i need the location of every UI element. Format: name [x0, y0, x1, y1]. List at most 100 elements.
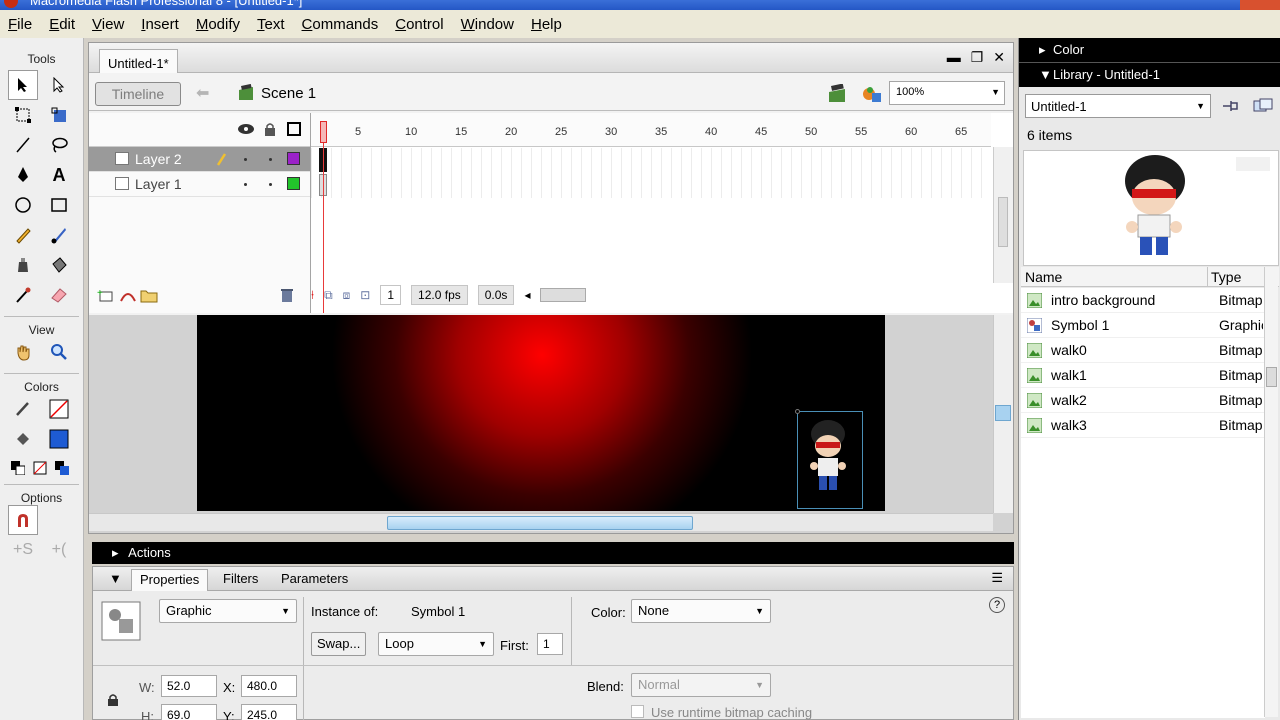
- pencil-tool[interactable]: [8, 220, 38, 250]
- lock-dot[interactable]: [269, 158, 272, 161]
- collapse-arrow-icon[interactable]: ▼: [109, 571, 122, 586]
- rectangle-tool[interactable]: [44, 190, 74, 220]
- eraser-tool[interactable]: [44, 280, 74, 310]
- no-color-icon[interactable]: [30, 458, 50, 478]
- y-input[interactable]: 245.0: [241, 704, 297, 720]
- tab-filters[interactable]: Filters: [223, 571, 258, 586]
- fill-transform-tool[interactable]: [44, 100, 74, 130]
- document-tab[interactable]: Untitled-1*: [99, 49, 178, 73]
- layer-outline-color[interactable]: [287, 152, 300, 165]
- list-item[interactable]: walk3 Bitmap: [1021, 413, 1265, 438]
- menu-control[interactable]: Control: [395, 16, 443, 33]
- layer-row[interactable]: Layer 1: [89, 172, 310, 197]
- menu-window[interactable]: Window: [461, 16, 514, 33]
- layer-row[interactable]: Layer 2: [89, 147, 310, 172]
- list-item[interactable]: walk1 Bitmap: [1021, 363, 1265, 388]
- menu-view[interactable]: View: [92, 16, 124, 33]
- visibility-dot[interactable]: [244, 183, 247, 186]
- show-hide-all-icon[interactable]: [237, 123, 255, 135]
- line-tool[interactable]: [8, 130, 38, 160]
- back-arrow-icon[interactable]: ⬅: [196, 83, 209, 103]
- menu-text[interactable]: Text: [257, 16, 285, 33]
- swap-button[interactable]: Swap...: [311, 632, 367, 656]
- eyedropper-tool[interactable]: [8, 280, 38, 310]
- height-input[interactable]: 69.0: [161, 704, 217, 720]
- symbol-instance[interactable]: [795, 409, 863, 509]
- stroke-color-icon[interactable]: [8, 394, 38, 424]
- list-item[interactable]: intro background Bitmap: [1021, 288, 1265, 313]
- stage-vertical-scrollbar[interactable]: [993, 315, 1013, 513]
- edit-multiple-frames-icon[interactable]: ⊡: [360, 288, 370, 302]
- hand-icon[interactable]: [8, 337, 38, 367]
- lasso-tool[interactable]: [44, 130, 74, 160]
- close-icon[interactable]: ✕: [993, 49, 1005, 66]
- close-window-button[interactable]: [1240, 0, 1280, 10]
- width-input[interactable]: 52.0: [161, 675, 217, 697]
- zoom-icon[interactable]: [44, 337, 74, 367]
- oval-tool[interactable]: [8, 190, 38, 220]
- onion-outlines-icon[interactable]: ⧈: [343, 288, 351, 303]
- stroke-color-swatch[interactable]: [44, 394, 74, 424]
- smooth-icon[interactable]: +S: [8, 535, 38, 565]
- subselection-tool[interactable]: [44, 70, 74, 100]
- brush-tool[interactable]: [44, 220, 74, 250]
- blend-select[interactable]: Normal ▼: [631, 673, 771, 697]
- library-document-select[interactable]: Untitled-1 ▼: [1025, 94, 1211, 118]
- edit-symbols-icon[interactable]: [861, 84, 883, 104]
- menu-file[interactable]: File: [8, 16, 32, 33]
- edit-scene-icon[interactable]: [827, 84, 849, 104]
- bitmap-caching-checkbox[interactable]: [631, 705, 644, 718]
- frame-grid[interactable]: [311, 148, 991, 198]
- swap-colors-icon[interactable]: [52, 458, 72, 478]
- layer-name[interactable]: Layer 2: [135, 151, 182, 167]
- new-library-panel-icon[interactable]: [1253, 98, 1273, 114]
- outline-all-icon[interactable]: [287, 122, 301, 136]
- scroll-thumb[interactable]: [998, 197, 1008, 247]
- menu-help[interactable]: Help: [531, 16, 562, 33]
- color-panel-header[interactable]: ▸ Color: [1019, 38, 1280, 62]
- visibility-dot[interactable]: [244, 158, 247, 161]
- timeline-vertical-scrollbar[interactable]: [993, 147, 1013, 283]
- frame-ruler[interactable]: 5 10 15 20 25 30 35 40 45 50 55 60 65: [311, 113, 991, 147]
- first-frame-input[interactable]: 1: [537, 633, 563, 655]
- list-item[interactable]: walk2 Bitmap: [1021, 388, 1265, 413]
- minimize-icon[interactable]: ▬: [947, 49, 961, 66]
- list-item[interactable]: Symbol 1 Graphic: [1021, 313, 1265, 338]
- loop-select[interactable]: Loop ▼: [378, 632, 494, 656]
- lock-dot[interactable]: [269, 183, 272, 186]
- lock-all-icon[interactable]: [263, 122, 277, 137]
- x-input[interactable]: 480.0: [241, 675, 297, 697]
- snap-to-objects-icon[interactable]: [8, 505, 38, 535]
- lock-proportions-icon[interactable]: [107, 693, 119, 707]
- fill-color-icon[interactable]: [8, 424, 38, 454]
- library-vertical-scrollbar[interactable]: [1264, 267, 1278, 717]
- fill-color-swatch[interactable]: [44, 424, 74, 454]
- menu-commands[interactable]: Commands: [302, 16, 379, 33]
- scroll-thumb[interactable]: [1266, 367, 1277, 387]
- symbol-behavior-select[interactable]: Graphic ▼: [159, 599, 297, 623]
- straighten-icon[interactable]: +(: [44, 535, 74, 565]
- insert-layer-folder-icon[interactable]: [139, 287, 159, 303]
- stage-horizontal-scrollbar[interactable]: [89, 513, 993, 531]
- library-panel-header[interactable]: ▼ Library - Untitled-1: [1019, 63, 1280, 87]
- scroll-thumb[interactable]: [995, 405, 1011, 421]
- actions-panel-header[interactable]: ▸ Actions: [92, 542, 1014, 564]
- tab-parameters[interactable]: Parameters: [281, 571, 348, 586]
- menu-edit[interactable]: Edit: [49, 16, 75, 33]
- timeline-toggle-button[interactable]: Timeline: [95, 82, 181, 106]
- restore-icon[interactable]: ❐: [971, 49, 984, 66]
- pin-library-icon[interactable]: [1221, 98, 1239, 114]
- layer-outline-color[interactable]: [287, 177, 300, 190]
- name-column-header[interactable]: Name: [1025, 269, 1062, 285]
- color-effect-select[interactable]: None ▼: [631, 599, 771, 623]
- zoom-select[interactable]: 100% ▼: [889, 81, 1005, 105]
- selection-tool[interactable]: [8, 70, 38, 100]
- pen-tool[interactable]: [8, 160, 38, 190]
- trash-icon[interactable]: [279, 287, 295, 303]
- insert-layer-icon[interactable]: +: [97, 287, 115, 303]
- text-tool[interactable]: A: [44, 160, 74, 190]
- add-motion-guide-icon[interactable]: [119, 287, 137, 303]
- stage-canvas[interactable]: [197, 315, 885, 511]
- tab-properties[interactable]: Properties: [131, 569, 209, 591]
- panel-options-icon[interactable]: ☰: [991, 570, 1003, 586]
